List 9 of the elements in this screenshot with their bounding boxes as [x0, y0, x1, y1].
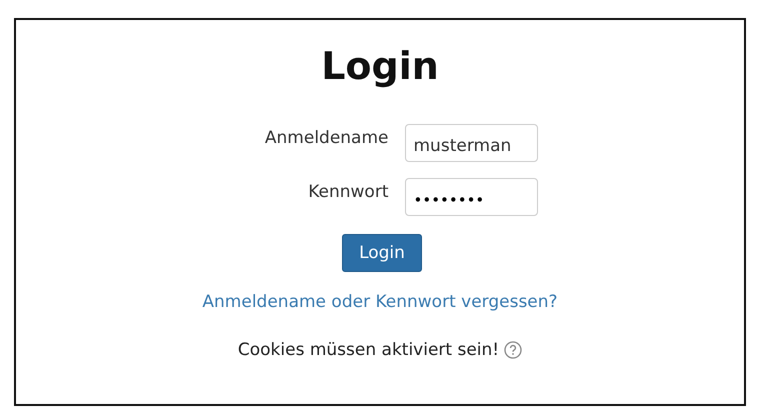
field-label: Anmeldename	[264, 127, 388, 148]
login-button[interactable]: Login	[342, 234, 422, 272]
field-label: Kennwort	[307, 181, 388, 202]
login-title: Login	[321, 43, 439, 90]
username-field[interactable]: musterman	[404, 124, 538, 162]
cookie-notice: Cookies müssen aktiviert sein!	[238, 340, 500, 360]
password-field[interactable]: ••••••••	[404, 178, 538, 216]
forgot-password-link[interactable]: Anmeldename oder Kennwort vergessen?	[202, 292, 558, 312]
help-icon[interactable]	[504, 341, 522, 359]
